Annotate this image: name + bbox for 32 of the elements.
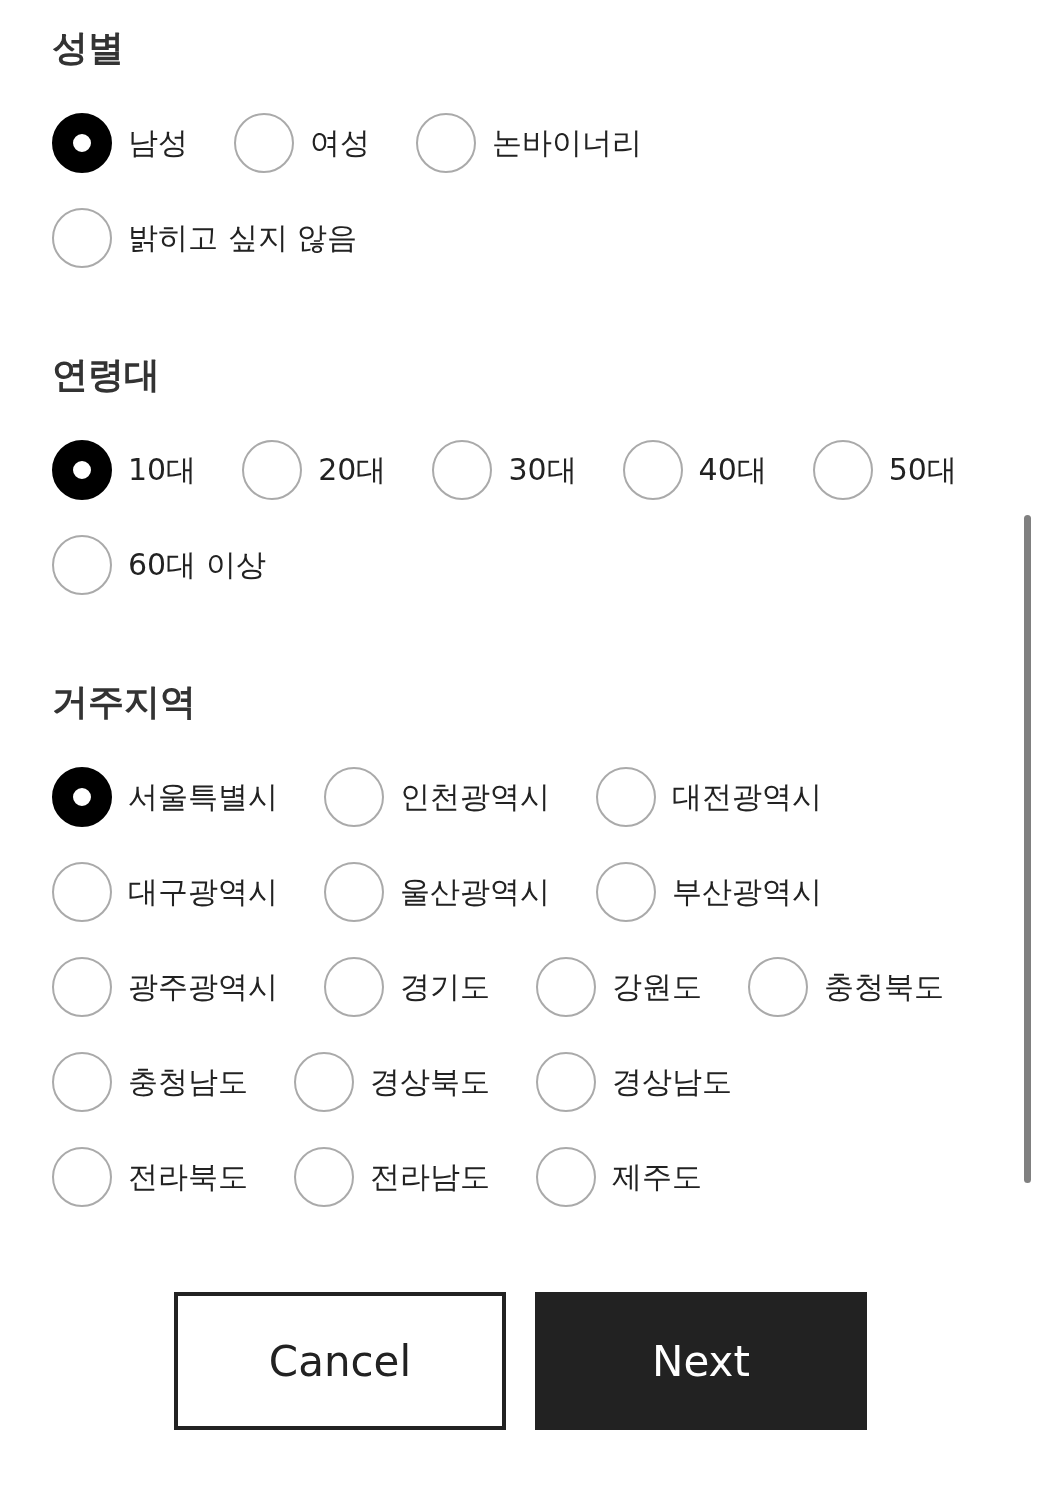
radio-option[interactable]: 서울특별시 [52,767,278,827]
radio-option[interactable]: 경기도 [324,957,490,1017]
radio-option[interactable]: 10대 [52,440,197,500]
radio-option[interactable]: 경상남도 [536,1052,732,1112]
radio-option[interactable]: 대구광역시 [52,862,278,922]
radio-option[interactable]: 60대 이상 [52,535,266,595]
radio-option[interactable]: 남성 [52,113,188,173]
radio-option[interactable]: 전라남도 [294,1147,490,1207]
radio-option[interactable]: 경상북도 [294,1052,490,1112]
radio-option[interactable]: 충청북도 [748,957,944,1017]
radio-option[interactable]: 인천광역시 [324,767,550,827]
radio-option[interactable]: 울산광역시 [324,862,550,922]
section-heading: 거주지역 [52,680,196,724]
radio-option[interactable]: 20대 [242,440,387,500]
radio-option[interactable]: 대전광역시 [596,767,822,827]
radio-option[interactable]: 논바이너리 [416,113,642,173]
radio-option[interactable]: 전라북도 [52,1147,248,1207]
radio-option[interactable]: 50대 [812,440,957,500]
radio-option[interactable]: 충청남도 [52,1052,248,1112]
section-heading: 성별 [52,26,124,70]
radio-option[interactable]: 광주광역시 [52,957,278,1017]
radio-option[interactable]: 강원도 [536,957,702,1017]
radio-option[interactable]: 부산광역시 [596,862,822,922]
cancel-button[interactable]: Cancel [174,1292,506,1430]
radio-option[interactable]: 40대 [622,440,767,500]
radio-option[interactable]: 여성 [234,113,370,173]
scrollbar-thumb[interactable] [1024,515,1031,1183]
radio-option[interactable]: 30대 [432,440,577,500]
radio-option[interactable]: 제주도 [536,1147,702,1207]
section-heading: 연령대 [52,353,160,397]
radio-option[interactable]: 밝히고 싶지 않음 [52,208,358,268]
next-button[interactable]: Next [535,1292,867,1430]
